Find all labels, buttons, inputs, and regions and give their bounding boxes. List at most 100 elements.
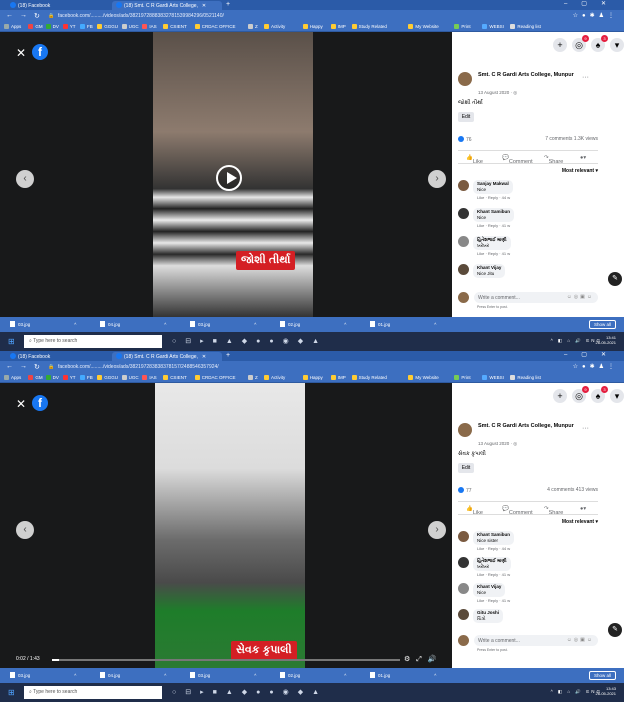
download-item[interactable]: 01.jpg ^	[370, 672, 436, 678]
bookmark-8[interactable]: CSIENT	[163, 375, 187, 380]
previous-arrow-icon[interactable]: ‹	[16, 170, 34, 188]
tab-facebook[interactable]: (18) Facebook	[6, 1, 86, 10]
back-icon[interactable]: ←	[6, 363, 13, 370]
bookmark-1[interactable]: GM	[28, 24, 43, 29]
bookmark-18[interactable]: Reading list	[510, 24, 541, 29]
download-item[interactable]: 03.jpg ^	[10, 672, 76, 678]
comment-input[interactable]: Write a comment... ☺◎▣☺	[474, 635, 598, 646]
chevron-up-icon[interactable]: ^	[254, 673, 256, 678]
emoji-icons[interactable]: ☺◎▣☺	[567, 294, 594, 300]
bookmark-7[interactable]: IAS	[142, 375, 157, 380]
bookmark-3[interactable]: YT	[62, 375, 76, 380]
facebook-logo-icon[interactable]: f	[32, 395, 48, 411]
close-icon[interactable]: ✕	[16, 46, 26, 60]
chevron-up-icon[interactable]: ^	[74, 322, 76, 327]
taskbar-app-icons[interactable]: ○⊟▸■▲◆●●◉◆▲	[172, 337, 328, 345]
show-all-button[interactable]: Show all	[588, 320, 616, 329]
windows-start-icon[interactable]: ⊞	[8, 337, 15, 346]
bookmark-17[interactable]: WEBSI	[482, 24, 504, 29]
bookmark-0[interactable]: Apps	[4, 24, 21, 29]
window-controls[interactable]: –▢✕	[564, 351, 620, 358]
page-avatar[interactable]	[458, 423, 472, 437]
edit-button[interactable]: Edit	[458, 112, 474, 122]
bookmark-9[interactable]: CRDAC OFFICE	[194, 24, 236, 29]
bookmark-13[interactable]: IMP	[330, 375, 346, 380]
bookmark-1[interactable]: GM	[28, 375, 43, 380]
bookmark-0[interactable]: Apps	[4, 375, 21, 380]
messenger-icon[interactable]: ◎ 9	[572, 35, 589, 52]
comment-actions[interactable]: Like · Reply · 41 w	[477, 223, 510, 228]
more-options-icon[interactable]: ···	[582, 425, 589, 432]
comment-sort-dropdown[interactable]: Most relevant ▾	[562, 519, 598, 525]
chevron-up-icon[interactable]: ^	[344, 322, 346, 327]
previous-arrow-icon[interactable]: ‹	[16, 521, 34, 539]
new-tab-icon[interactable]: +	[226, 352, 230, 359]
page-name[interactable]: Smt. C R Gardi Arts College, Munpur	[478, 72, 578, 79]
new-tab-icon[interactable]: +	[226, 1, 230, 8]
tab-college-page[interactable]: (18) Smt. C R Gardi Arts College, ✕	[112, 352, 222, 361]
bookmark-6[interactable]: UGC	[121, 375, 139, 380]
account-menu-icon[interactable]: ▾	[610, 38, 624, 52]
new-message-icon[interactable]: ✎	[608, 272, 622, 286]
chevron-up-icon[interactable]: ^	[74, 673, 76, 678]
system-tray-icons[interactable]: ^ ◧ ⌂ 🔊 ENG	[551, 689, 602, 695]
facebook-logo-icon[interactable]: f	[32, 44, 48, 60]
commenter-avatar[interactable]	[458, 583, 469, 594]
chevron-up-icon[interactable]: ^	[164, 322, 166, 327]
forward-icon[interactable]: →	[20, 12, 27, 19]
bookmark-17[interactable]: WEBSI	[482, 375, 504, 380]
commenter-avatar[interactable]	[458, 208, 469, 219]
next-arrow-icon[interactable]: ›	[428, 521, 446, 539]
page-name[interactable]: Smt. C R Gardi Arts College, Munpur	[478, 423, 578, 430]
close-tab-icon[interactable]: ✕	[202, 3, 206, 9]
commenter-avatar[interactable]	[458, 609, 469, 620]
commenter-avatar[interactable]	[458, 264, 469, 275]
extension-icons[interactable]: ☆●✱♟⋮	[573, 363, 618, 370]
bookmark-12[interactable]: Happy	[302, 24, 323, 29]
bookmark-10[interactable]: Z	[248, 375, 258, 380]
video-frame[interactable]	[155, 383, 305, 668]
next-arrow-icon[interactable]: ›	[428, 170, 446, 188]
url-field[interactable]: facebook.com/........./videos/ads/382197…	[58, 13, 528, 19]
bookmark-3[interactable]: YT	[62, 24, 76, 29]
taskbar-search[interactable]: ⌕ Type here to search	[24, 686, 162, 699]
post-date[interactable]: 13 August 2020 · ◎	[478, 441, 517, 447]
bookmark-15[interactable]: My Website	[408, 375, 439, 380]
close-icon[interactable]: ✕	[16, 397, 26, 411]
bookmark-4[interactable]: FB	[80, 375, 93, 380]
bookmark-5[interactable]: GGGU	[97, 24, 118, 29]
bookmark-18[interactable]: Reading list	[510, 375, 541, 380]
bookmark-11[interactable]: Activity	[264, 375, 285, 380]
back-icon[interactable]: ←	[6, 12, 13, 19]
bookmark-14[interactable]: Study Related	[351, 24, 387, 29]
bookmark-8[interactable]: CSIENT	[163, 24, 187, 29]
comment-input[interactable]: Write a comment... ☺◎▣☺	[474, 292, 598, 303]
tab-college-page[interactable]: (18) Smt. C R Gardi Arts College, ✕	[112, 1, 222, 10]
window-controls[interactable]: –▢✕	[564, 0, 620, 7]
share-button[interactable]: ↷ Share	[544, 155, 563, 165]
bookmark-15[interactable]: My Website	[408, 24, 439, 29]
like-count[interactable]: 76	[466, 137, 472, 143]
forward-icon[interactable]: →	[20, 363, 27, 370]
audience-icon[interactable]: ●▾	[580, 155, 586, 161]
chevron-up-icon[interactable]: ^	[434, 673, 436, 678]
page-avatar[interactable]	[458, 72, 472, 86]
chevron-up-icon[interactable]: ^	[254, 322, 256, 327]
bookmark-16[interactable]: Print	[454, 375, 471, 380]
download-item[interactable]: 03.jpg ^	[190, 672, 256, 678]
notifications-icon[interactable]: ♠ 3	[591, 386, 608, 403]
audience-icon[interactable]: ●▾	[580, 506, 586, 512]
taskbar-app-icons[interactable]: ○⊟▸■▲◆●●◉◆▲	[172, 688, 328, 696]
extension-icons[interactable]: ☆●✱♟⋮	[573, 12, 618, 19]
commenter-avatar[interactable]	[458, 180, 469, 191]
chevron-up-icon[interactable]: ^	[164, 673, 166, 678]
bookmark-9[interactable]: CRDAC OFFICE	[194, 375, 236, 380]
bookmark-2[interactable]: DV	[45, 375, 59, 380]
share-button[interactable]: ↷ Share	[544, 506, 563, 516]
comments-views-count[interactable]: 4 comments 413 views	[547, 487, 598, 493]
comment-actions[interactable]: Like · Reply · 41 w	[477, 572, 510, 577]
bookmark-10[interactable]: Z	[248, 24, 258, 29]
create-icon[interactable]: +	[553, 389, 567, 403]
bookmark-7[interactable]: IAS	[142, 24, 157, 29]
comment-actions[interactable]: Like · Reply · 44 w	[477, 546, 510, 551]
